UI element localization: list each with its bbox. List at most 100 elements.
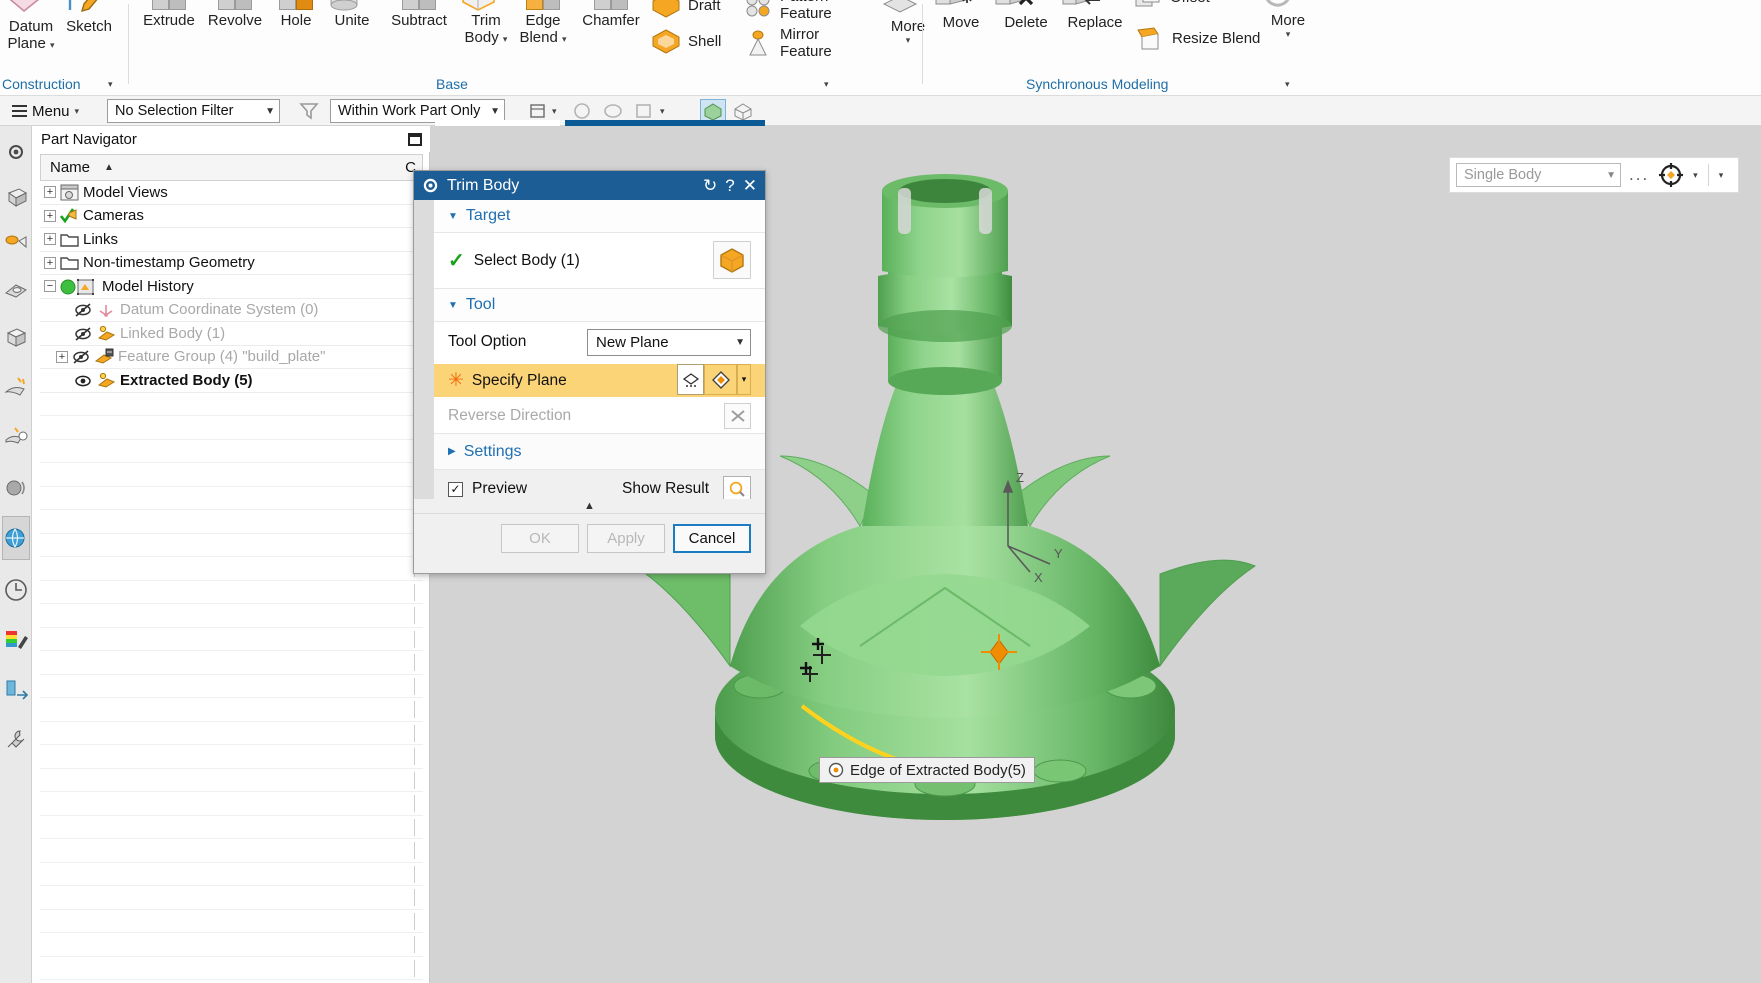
reverse-direction-row[interactable]: Reverse Direction bbox=[434, 399, 765, 434]
tree-row-linked-body[interactable]: Linked Body (1) bbox=[40, 322, 423, 346]
chevron-down-icon[interactable]: ▾ bbox=[1719, 170, 1724, 181]
chevron-down-icon[interactable]: ▼ bbox=[490, 106, 500, 117]
chevron-down-icon[interactable]: ▾ bbox=[50, 40, 55, 50]
chevron-down-icon[interactable]: ▾ bbox=[503, 34, 508, 44]
ribbon-button-subtract[interactable]: Subtract bbox=[380, 0, 458, 29]
hidden-eye-icon[interactable] bbox=[74, 301, 93, 318]
chevron-down-icon[interactable]: ▾ bbox=[552, 106, 557, 117]
sort-ascending-icon[interactable]: ▲ bbox=[104, 162, 114, 173]
tool-option-combo[interactable]: New Plane ▼ bbox=[587, 329, 751, 356]
tree-row-extracted-body[interactable]: Extracted Body (5) bbox=[40, 369, 423, 393]
ribbon-button-delete[interactable]: Delete bbox=[992, 0, 1060, 31]
expander-icon[interactable]: + bbox=[44, 257, 56, 269]
reset-icon[interactable]: ↻ bbox=[703, 176, 717, 196]
ribbon-button-offset[interactable]: Offset bbox=[1132, 0, 1210, 10]
chevron-down-icon[interactable]: ▾ bbox=[75, 106, 80, 117]
ribbon-button-more-base[interactable]: More ▾ bbox=[878, 0, 938, 46]
selection-filter-icon[interactable] bbox=[298, 101, 320, 121]
selection-filter-combo[interactable]: No Selection Filter ▼ bbox=[107, 99, 280, 123]
menu-button[interactable]: Menu ▾ bbox=[8, 100, 83, 122]
rail-item-info-disc[interactable] bbox=[2, 466, 30, 510]
ribbon-button-resize-blend[interactable]: Resize Blend bbox=[1132, 24, 1260, 52]
chevron-down-icon[interactable]: ▾ bbox=[737, 364, 751, 395]
tree-row-links[interactable]: + Links bbox=[40, 228, 423, 252]
chevron-down-icon[interactable]: ▾ bbox=[878, 35, 938, 46]
select-body-button[interactable] bbox=[713, 241, 751, 279]
collapse-dialog-button[interactable]: ▲ bbox=[414, 499, 765, 513]
expander-icon[interactable]: + bbox=[44, 233, 56, 245]
tree-row-non-timestamp-geometry[interactable]: + Non-timestamp Geometry bbox=[40, 252, 423, 276]
part-navigator-column-header[interactable]: Name ▲ C bbox=[40, 154, 423, 181]
rail-item-history-clock[interactable] bbox=[2, 568, 30, 612]
apply-button[interactable]: Apply bbox=[587, 524, 665, 553]
rail-item-assembly-navigator[interactable] bbox=[2, 130, 30, 174]
chevron-down-icon[interactable]: ▼ bbox=[1606, 170, 1616, 181]
chevron-down-icon[interactable]: ▼ bbox=[448, 211, 458, 222]
snap-point-dropdown-icon[interactable] bbox=[528, 101, 550, 121]
rail-item-color-picker[interactable] bbox=[2, 618, 30, 662]
chevron-down-icon[interactable]: ▾ bbox=[660, 106, 665, 117]
chevron-down-icon[interactable]: ▼ bbox=[448, 300, 458, 311]
ribbon-button-pattern-feature[interactable]: Pattern Feature bbox=[742, 0, 832, 22]
close-icon[interactable]: ✕ bbox=[743, 176, 757, 196]
chevron-right-icon[interactable]: ▶ bbox=[448, 446, 456, 457]
rail-item-measure[interactable] bbox=[2, 668, 30, 712]
chevron-down-icon[interactable]: ▾ bbox=[1260, 29, 1316, 40]
rail-item-reuse-library[interactable] bbox=[2, 268, 30, 312]
ribbon-button-more-sync[interactable]: More ▾ bbox=[1260, 0, 1316, 40]
tree-row-datum-coordinate-system[interactable]: Datum Coordinate System (0) bbox=[40, 299, 423, 323]
rail-item-web-browser[interactable] bbox=[2, 516, 30, 560]
tree-row-cameras[interactable]: + Cameras bbox=[40, 205, 423, 229]
trim-body-dialog[interactable]: Trim Body ↻ ? ✕ ▼ Target ✓ Select Body (… bbox=[413, 170, 766, 574]
rail-item-process-studio[interactable] bbox=[2, 366, 30, 410]
ribbon-button-draft[interactable]: Draft bbox=[650, 0, 721, 18]
expander-icon[interactable]: + bbox=[44, 186, 56, 198]
hidden-eye-icon[interactable] bbox=[74, 325, 93, 342]
ribbon-button-move[interactable]: Move bbox=[930, 0, 992, 31]
section-header-settings[interactable]: ▶ Settings bbox=[434, 434, 765, 470]
reverse-direction-button[interactable] bbox=[724, 403, 751, 429]
chevron-down-icon[interactable]: ▼ bbox=[735, 337, 745, 348]
ribbon-button-mirror-feature[interactable]: Mirror Feature bbox=[742, 26, 832, 60]
ribbon-button-revolve[interactable]: Revolve bbox=[202, 0, 268, 29]
tree-row-model-views[interactable]: + Model Views bbox=[40, 181, 423, 205]
expander-icon[interactable]: − bbox=[44, 280, 56, 292]
chevron-down-icon[interactable]: ▾ bbox=[824, 79, 829, 90]
visible-eye-icon[interactable] bbox=[74, 372, 93, 389]
chevron-down-icon[interactable]: ▼ bbox=[265, 106, 275, 117]
dialog-title-bar[interactable]: Trim Body ↻ ? ✕ bbox=[414, 171, 765, 200]
ok-button[interactable]: OK bbox=[501, 524, 579, 553]
body-scope-combo[interactable]: Single Body ▼ bbox=[1456, 163, 1621, 187]
cancel-button[interactable]: Cancel bbox=[673, 524, 751, 553]
help-icon[interactable]: ? bbox=[725, 176, 734, 196]
snap-target-icon[interactable] bbox=[1657, 161, 1685, 189]
tree-row-feature-group[interactable]: + Feature Group (4) "build_plate" bbox=[40, 346, 423, 370]
rail-item-constraint-navigator[interactable] bbox=[2, 222, 30, 266]
wireframe-view-icon[interactable] bbox=[732, 101, 754, 121]
ribbon-button-replace[interactable]: Replace bbox=[1060, 0, 1130, 31]
hidden-eye-icon[interactable] bbox=[72, 348, 91, 365]
ribbon-button-edge-blend[interactable]: Edge Blend ▾ bbox=[514, 0, 572, 48]
section-header-target[interactable]: ▼ Target bbox=[434, 200, 765, 233]
select-body-row[interactable]: ✓ Select Body (1) bbox=[434, 233, 765, 289]
specify-plane-row[interactable]: ✳ Specify Plane ▾ bbox=[434, 364, 765, 397]
ribbon-button-extrude[interactable]: Extrude bbox=[136, 0, 202, 29]
rail-item-customize[interactable] bbox=[2, 718, 30, 762]
ribbon-button-shell[interactable]: Shell bbox=[650, 28, 721, 54]
plane-constructor-button[interactable] bbox=[704, 364, 737, 395]
ribbon-button-unite[interactable]: Unite bbox=[324, 0, 380, 29]
rail-item-history-stack[interactable] bbox=[2, 316, 30, 360]
feature-select-icon[interactable] bbox=[634, 101, 656, 121]
face-select-icon[interactable] bbox=[572, 101, 594, 121]
chevron-down-icon[interactable]: ▾ bbox=[1693, 170, 1698, 181]
plane-dialog-button[interactable] bbox=[677, 364, 704, 395]
ribbon-button-chamfer[interactable]: Chamfer bbox=[572, 0, 650, 29]
section-header-tool[interactable]: ▼ Tool bbox=[434, 289, 765, 322]
ribbon-button-sketch[interactable]: Sketch bbox=[60, 0, 118, 35]
undock-icon[interactable] bbox=[408, 133, 422, 146]
chevron-down-icon[interactable]: ▾ bbox=[108, 79, 113, 90]
expander-icon[interactable]: + bbox=[44, 210, 56, 222]
rail-item-topology-optimization[interactable] bbox=[2, 416, 30, 460]
tree-row-model-history[interactable]: − Model History bbox=[40, 275, 423, 299]
chevron-down-icon[interactable]: ▾ bbox=[562, 34, 567, 44]
